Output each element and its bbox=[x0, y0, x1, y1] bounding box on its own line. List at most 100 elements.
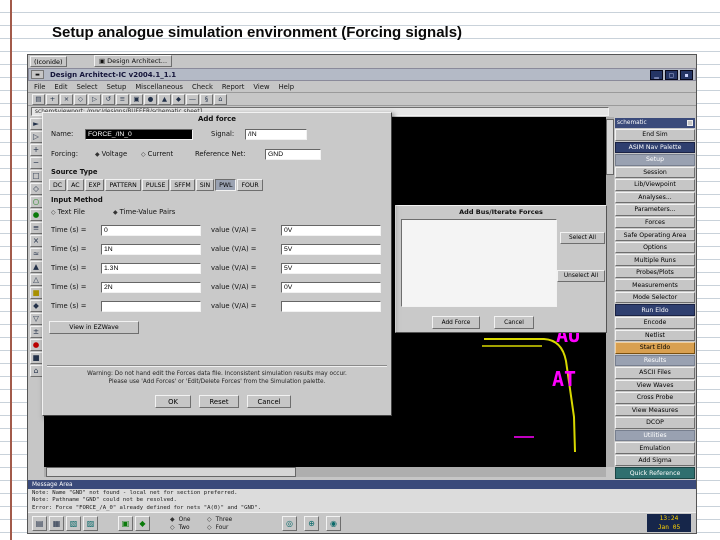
palette-forces[interactable]: Forces bbox=[615, 216, 695, 229]
view-in-ezwave-button[interactable]: View in EZWave bbox=[49, 321, 139, 334]
palette-dcop[interactable]: DCOP bbox=[615, 417, 695, 429]
toolbar-up-icon[interactable]: ▲ bbox=[158, 93, 171, 105]
tool-wire-icon[interactable]: ─ bbox=[29, 157, 43, 169]
palette-quick-reference[interactable]: Quick Reference bbox=[615, 467, 695, 479]
tool-box-icon[interactable]: □ bbox=[29, 170, 43, 182]
value-field-5[interactable] bbox=[281, 301, 381, 312]
value-field-1[interactable] bbox=[281, 225, 381, 236]
tool-list-icon[interactable]: ≡ bbox=[29, 222, 43, 234]
horizontal-scrollbar[interactable] bbox=[44, 467, 606, 477]
time-field-4[interactable] bbox=[101, 282, 201, 293]
horizontal-scroll-thumb[interactable] bbox=[46, 467, 296, 477]
toolbar-wire-icon[interactable]: ― bbox=[186, 93, 199, 105]
bus-cancel-button[interactable]: Cancel bbox=[494, 316, 534, 329]
maximize-icon[interactable]: ▢ bbox=[665, 70, 678, 80]
record-icon[interactable]: ◉ bbox=[326, 516, 341, 531]
voltage-radio[interactable]: ◆ Voltage bbox=[95, 149, 127, 160]
toolbar-diamond-icon[interactable]: ◆ bbox=[172, 93, 185, 105]
palette-view-waves[interactable]: View Waves bbox=[615, 379, 695, 392]
select-all-button[interactable]: Select All bbox=[560, 232, 605, 244]
status-grid-icon[interactable]: ▦ bbox=[49, 516, 64, 531]
time-field-2[interactable] bbox=[101, 244, 201, 255]
palette-titlebar[interactable]: schematic bbox=[615, 118, 695, 128]
palette-cross-probe[interactable]: Cross Probe bbox=[615, 392, 695, 404]
tool-plusminus-icon[interactable]: ± bbox=[29, 326, 43, 338]
palette-lib-viewpoint[interactable]: Lib/Viewpoint bbox=[615, 179, 695, 191]
value-field-4[interactable] bbox=[281, 282, 381, 293]
tool-select-icon[interactable]: ► bbox=[29, 118, 43, 130]
tool-add-icon[interactable]: + bbox=[29, 144, 43, 156]
toolbar-connect-icon[interactable]: ◇ bbox=[74, 93, 87, 105]
tool-check-icon[interactable]: ● bbox=[29, 209, 43, 221]
sheet-option-two[interactable]: ◇ Two bbox=[170, 524, 207, 532]
palette-safe-operating-area[interactable]: Safe Operating Area bbox=[615, 229, 695, 241]
time-value-pairs-radio[interactable]: ◆ Time-Value Pairs bbox=[113, 207, 175, 218]
status-sheet-icon[interactable]: ▧ bbox=[66, 516, 81, 531]
menu-report[interactable]: Report bbox=[222, 83, 245, 91]
toolbar-open-icon[interactable]: ▤ bbox=[32, 93, 45, 105]
tab-pwl[interactable]: PWL bbox=[215, 179, 237, 191]
tab-sin[interactable]: SIN bbox=[195, 179, 215, 191]
menu-view[interactable]: View bbox=[253, 83, 269, 91]
palette-close-icon[interactable] bbox=[687, 120, 693, 126]
palette-parameters[interactable]: Parameters... bbox=[615, 204, 695, 216]
iconified-window-button[interactable]: (Iconide) bbox=[30, 56, 67, 67]
palette-start-eldo[interactable]: Start Eldo bbox=[615, 342, 695, 354]
menu-check[interactable]: Check bbox=[192, 83, 213, 91]
toolbar-run-icon[interactable]: ▷ bbox=[88, 93, 101, 105]
palette-emulation[interactable]: Emulation bbox=[615, 442, 695, 454]
reference-net-field[interactable] bbox=[265, 149, 321, 160]
tab-dc[interactable]: DC bbox=[49, 179, 67, 191]
palette-measurements[interactable]: Measurements bbox=[615, 279, 695, 291]
unselect-all-button[interactable]: Unselect All bbox=[557, 270, 605, 282]
menu-file[interactable]: File bbox=[34, 83, 45, 91]
name-field[interactable] bbox=[85, 129, 193, 140]
palette-options[interactable]: Options bbox=[615, 241, 695, 254]
window-menu-icon[interactable]: ▬ bbox=[31, 70, 44, 79]
palette-netlist[interactable]: Netlist bbox=[615, 329, 695, 342]
palette-end-sim[interactable]: End Sim bbox=[615, 129, 695, 141]
tool-fill-icon[interactable]: ■ bbox=[29, 287, 43, 299]
tool-home-icon[interactable]: ⌂ bbox=[29, 365, 43, 377]
tab-exp[interactable]: EXP bbox=[84, 179, 105, 191]
target-icon[interactable]: ⊕ bbox=[304, 516, 319, 531]
tool-down-icon[interactable]: ▽ bbox=[29, 313, 43, 325]
time-field-3[interactable] bbox=[101, 263, 201, 274]
tool-diamond-icon[interactable]: ◆ bbox=[29, 300, 43, 312]
tab-sffm[interactable]: SFFM bbox=[170, 179, 195, 191]
tab-ac[interactable]: AC bbox=[67, 179, 84, 191]
status-layer-icon[interactable]: ▨ bbox=[83, 516, 98, 531]
tool-wave-icon[interactable]: ≈ bbox=[29, 248, 43, 260]
palette-encode[interactable]: Encode bbox=[615, 316, 695, 329]
menu-miscellaneous[interactable]: Miscellaneous bbox=[135, 83, 183, 91]
bus-signal-list[interactable] bbox=[401, 219, 557, 307]
window-tab[interactable]: ▣ Design Architect... bbox=[94, 55, 173, 67]
palette-view-measures[interactable]: View Measures bbox=[615, 404, 695, 417]
tab-four[interactable]: FOUR bbox=[237, 179, 263, 191]
toolbar-undo-icon[interactable]: ↺ bbox=[102, 93, 115, 105]
menu-setup[interactable]: Setup bbox=[107, 83, 127, 91]
palette-asim-nav[interactable]: ASIM Nav Palette bbox=[615, 141, 695, 154]
toolbar-dot-icon[interactable]: ● bbox=[144, 93, 157, 105]
signal-field[interactable] bbox=[245, 129, 307, 140]
sheet-option-four[interactable]: ◇ Four bbox=[207, 524, 244, 532]
tab-pulse[interactable]: PULSE bbox=[141, 179, 170, 191]
toolbar-text-icon[interactable]: § bbox=[200, 93, 213, 105]
palette-mode-selector[interactable]: Mode Selector bbox=[615, 291, 695, 304]
tool-cursor-icon[interactable]: ▷ bbox=[29, 131, 43, 143]
window-titlebar[interactable]: ▬ Design Architect-IC v2004.1_1.1 ▁ ▢ ▪ bbox=[28, 68, 696, 81]
tool-up-icon[interactable]: ▲ bbox=[29, 261, 43, 273]
tool-block-icon[interactable]: ■ bbox=[29, 352, 43, 364]
tool-delete-icon[interactable]: × bbox=[29, 235, 43, 247]
sheet-option-three[interactable]: ◇ Three bbox=[207, 516, 244, 524]
text-file-radio[interactable]: ◇ Text File bbox=[51, 207, 85, 218]
toolbar-list-icon[interactable]: ≡ bbox=[116, 93, 129, 105]
value-field-2[interactable] bbox=[281, 244, 381, 255]
vertical-scrollbar[interactable] bbox=[606, 117, 614, 467]
menu-select[interactable]: Select bbox=[77, 83, 98, 91]
toolbar-grid-icon[interactable]: ▣ bbox=[130, 93, 143, 105]
menu-edit[interactable]: Edit bbox=[54, 83, 67, 91]
ok-button[interactable]: OK bbox=[155, 395, 191, 408]
message-area-titlebar[interactable]: Message Area bbox=[28, 480, 696, 489]
message-area[interactable]: Note: Name "GND" not found - local net f… bbox=[28, 489, 696, 512]
